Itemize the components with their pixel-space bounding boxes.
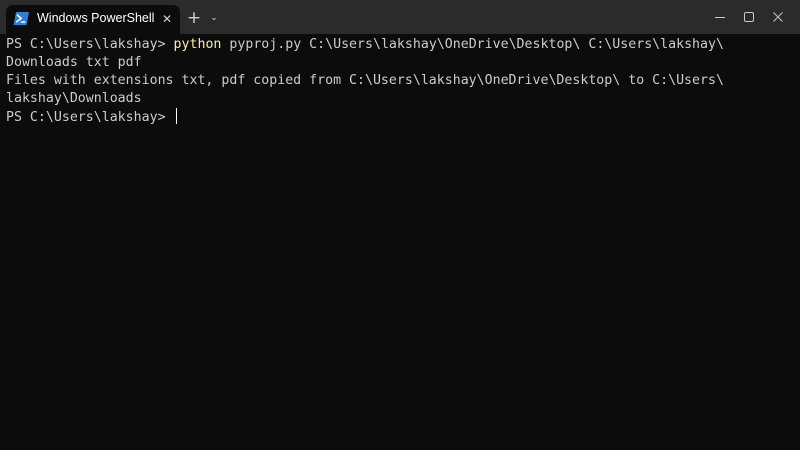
tab-title: Windows PowerShell [37,11,155,25]
terminal-line: Files with extensions txt, pdf copied fr… [6,73,724,88]
prompt: PS C:\Users\lakshay> [6,110,174,125]
prompt: PS C:\Users\lakshay> [6,37,174,52]
close-tab-icon[interactable]: ✕ [157,9,177,29]
powershell-icon [13,11,30,26]
maximize-icon [744,12,754,22]
terminal-line: PS C:\Users\lakshay> python pyproj.py C:… [6,36,800,54]
terminal-window: Windows PowerShell ✕ + ⌄ PS C:\Users\lak… [0,0,800,450]
new-tab-button[interactable]: + [184,8,204,28]
minimize-icon [715,17,725,18]
command-args: pyproj.py C:\Users\lakshay\OneDrive\Desk… [221,37,724,52]
command-name: python [173,37,222,52]
terminal-line: Downloads txt pdf [6,55,142,70]
close-icon [773,12,783,22]
terminal-output[interactable]: PS C:\Users\lakshay> python pyproj.py C:… [0,34,800,450]
terminal-line: PS C:\Users\lakshay> [6,108,800,126]
text-cursor [175,108,177,124]
tab-windows-powershell[interactable]: Windows PowerShell ✕ [6,5,180,34]
chevron-down-icon[interactable]: ⌄ [205,8,223,28]
title-bar: Windows PowerShell ✕ + ⌄ [0,0,800,34]
close-window-button[interactable] [756,0,800,34]
terminal-line: lakshay\Downloads [6,91,142,106]
